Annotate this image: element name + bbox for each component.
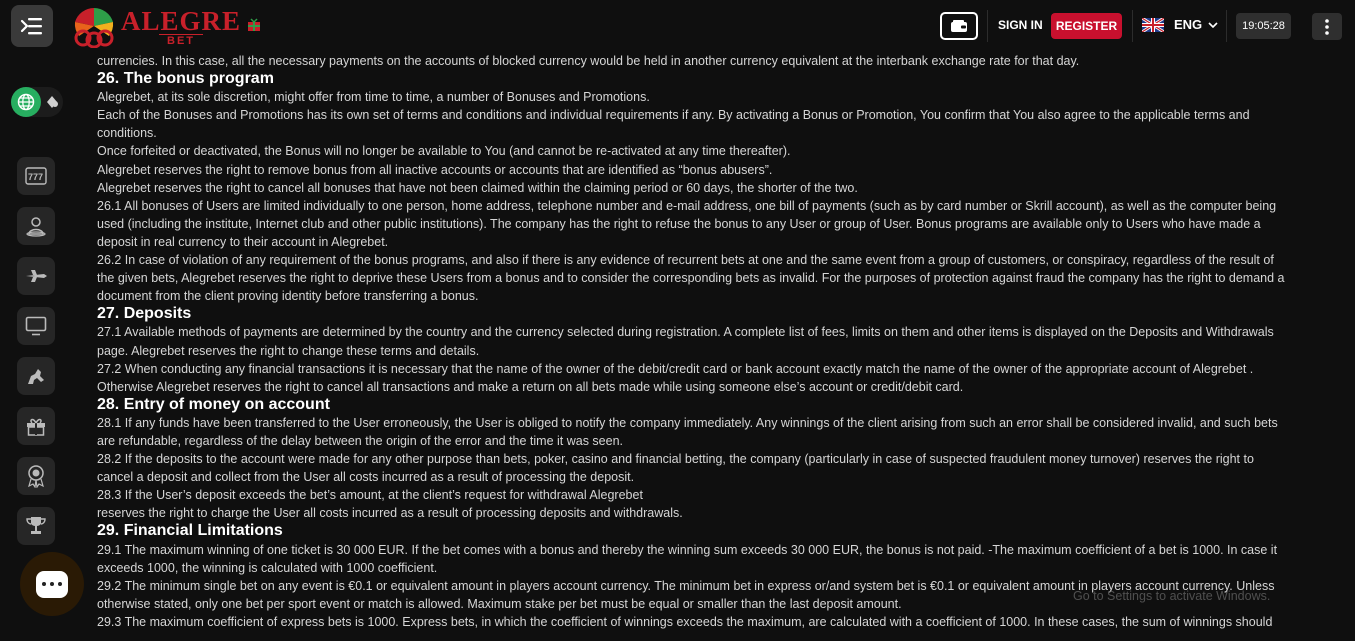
- paragraph-line: Once forfeited or deactivated, the Bonus…: [97, 144, 791, 159]
- section-heading: 28. Entry of money on account: [97, 395, 330, 413]
- paragraph-line: 28.3 If the User’s deposit exceeds the b…: [97, 488, 643, 503]
- paragraph-line: are refundable, regardless of the delay …: [97, 433, 624, 448]
- paragraph-line: 28.1 If any funds have been transferred …: [97, 415, 1278, 430]
- sign-in-link[interactable]: SIGN IN: [998, 18, 1043, 32]
- paragraph-line: 26.2 In case of violation of any require…: [97, 253, 1274, 268]
- uk-flag-icon: [1142, 17, 1164, 32]
- sidebar-item-virtual-sports[interactable]: [17, 357, 55, 395]
- paragraph-line: exceeds 1000, the winning is calculated …: [97, 560, 438, 575]
- site-logo[interactable]: ALEGRE BET: [71, 5, 242, 49]
- live-chat-button[interactable]: [20, 552, 84, 616]
- paragraph-line: 27.1 Available methods of payments are d…: [97, 325, 1274, 340]
- logo-sub: BET: [159, 33, 204, 47]
- paragraph-line: Alegrebet reserves the right to remove b…: [97, 162, 773, 177]
- award-icon: [28, 465, 44, 488]
- paragraph-line: conditions.: [97, 126, 157, 141]
- aviator-icon: [26, 270, 47, 282]
- logo-word: ALEGRE: [121, 5, 242, 36]
- globe-icon: [11, 87, 41, 117]
- paragraph-line: 28.2 If the deposits to the account were…: [97, 452, 1254, 467]
- paragraph-line: the given bets, Alegrebet reserves the r…: [97, 271, 1285, 286]
- divider: [1226, 10, 1227, 42]
- wallet-button[interactable]: [940, 12, 978, 40]
- paragraph-line: Alegrebet reserves the right to cancel a…: [97, 180, 858, 195]
- paragraph-line: reserves the right to charge the User al…: [97, 506, 683, 521]
- paragraph-line: Otherwise Alegrebet reserves the right t…: [97, 379, 964, 394]
- gift-icon: [27, 418, 45, 436]
- trophy-icon: [26, 517, 46, 534]
- section-heading: 29. Financial Limitations: [97, 522, 283, 540]
- sidebar-item-slots[interactable]: 777: [17, 157, 55, 195]
- language-selector[interactable]: ENG: [1142, 17, 1218, 32]
- slots-icon: 777: [25, 167, 47, 185]
- casino-chip-icon: [47, 96, 58, 108]
- paragraph-line: 29.3 The maximum coefficient of express …: [97, 614, 1273, 629]
- sidebar-item-tv-games[interactable]: [17, 307, 55, 345]
- menu-toggle-button[interactable]: [11, 5, 53, 47]
- clock-display: 19:05:28: [1236, 13, 1291, 39]
- terms-content: currencies. In this case, all the necess…: [97, 52, 1337, 641]
- paragraph-line: Alegrebet, at its sole discretion, might…: [97, 90, 650, 105]
- paragraph-line: currencies. In this case, all the necess…: [97, 54, 1080, 68]
- sidebar-item-aviator[interactable]: [17, 257, 55, 295]
- logo-text: ALEGRE BET: [121, 5, 242, 47]
- more-options-button[interactable]: [1312, 13, 1342, 40]
- logo-emblem-icon: [71, 6, 117, 49]
- live-dealer-icon: [26, 217, 46, 237]
- section-heading: 26. The bonus program: [97, 70, 274, 88]
- register-button[interactable]: REGISTER: [1051, 13, 1122, 39]
- sport-casino-toggle[interactable]: [11, 87, 63, 117]
- kebab-icon: [1325, 18, 1329, 35]
- paragraph-line: 26.1 All bonuses of Users are limited in…: [97, 198, 1277, 213]
- paragraph-line: document from the client proving identit…: [97, 289, 479, 304]
- divider: [987, 10, 988, 42]
- section-heading: 27. Deposits: [97, 305, 192, 323]
- chat-icon: [36, 570, 68, 598]
- paragraph-line: deposit in real currency to their accoun…: [97, 234, 389, 249]
- sidebar-item-live-casino[interactable]: [17, 207, 55, 245]
- paragraph-line: Each of the Bonuses and Promotions has i…: [97, 108, 1250, 123]
- paragraph-line: 29.1 The maximum winning of one ticket i…: [97, 542, 1278, 557]
- windows-activation-watermark: Go to Settings to activate Windows.: [1073, 589, 1271, 603]
- top-header: ALEGRE BET SIGN IN REGISTER ENG 19:05:28: [0, 0, 1355, 52]
- sidebar-item-promotions[interactable]: [17, 407, 55, 445]
- paragraph-line: 27.2 When conducting any financial trans…: [97, 361, 1254, 376]
- paragraph-line: used (including the institute, Internet …: [97, 216, 1261, 231]
- sidebar-item-loyalty[interactable]: [17, 457, 55, 495]
- divider: [1132, 10, 1133, 42]
- chevron-down-icon: [1208, 21, 1218, 28]
- paragraph-line: cancel a deposit and collect from the Us…: [97, 470, 635, 485]
- svg-text:777: 777: [28, 172, 43, 182]
- gift-flag-icon[interactable]: [247, 18, 261, 32]
- sidebar-item-tournaments[interactable]: [17, 507, 55, 545]
- virtual-sports-icon: [28, 369, 44, 384]
- tv-games-icon: [25, 316, 47, 336]
- menu-icon: [20, 18, 42, 35]
- paragraph-line: page. Alegrebet reserves the right to ch…: [97, 343, 480, 358]
- wallet-icon: [951, 20, 967, 32]
- language-label: ENG: [1174, 17, 1203, 32]
